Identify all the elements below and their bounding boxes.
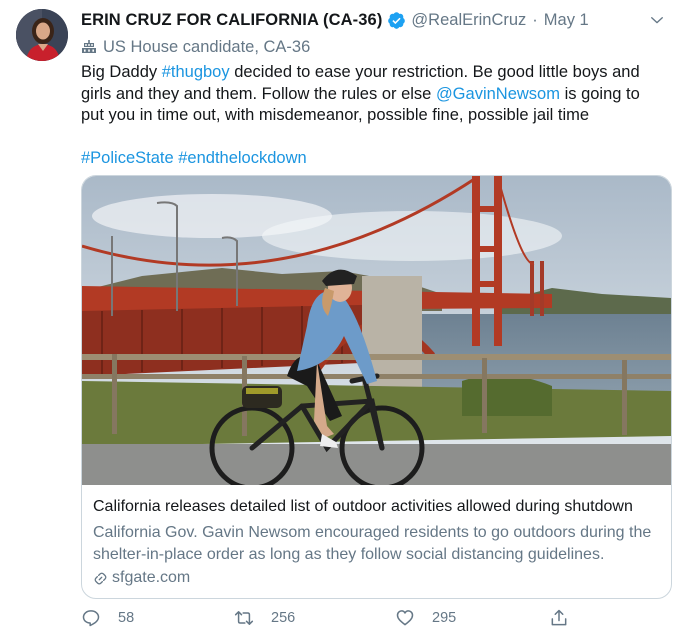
tweet-text: Big Daddy #thugboy decided to ease your … bbox=[81, 62, 661, 169]
separator-dot: · bbox=[532, 10, 538, 29]
like-button[interactable]: 295 bbox=[395, 608, 456, 628]
retweet-button[interactable]: 256 bbox=[234, 608, 295, 628]
tweet-hashtags: #PoliceState #endthelockdown bbox=[81, 148, 661, 170]
card-image[interactable] bbox=[82, 176, 671, 485]
building-icon bbox=[82, 40, 96, 53]
reply-button[interactable]: 58 bbox=[81, 608, 134, 628]
link-card[interactable]: California releases detailed list of out… bbox=[81, 175, 672, 599]
card-title[interactable]: California releases detailed list of out… bbox=[93, 496, 661, 517]
card-description: California Gov. Gavin Newsom encouraged … bbox=[93, 524, 652, 563]
tweet-paragraph: Big Daddy #thugboy decided to ease your … bbox=[81, 62, 661, 127]
like-count: 295 bbox=[432, 610, 457, 626]
heart-icon bbox=[396, 610, 414, 626]
link-icon bbox=[94, 572, 107, 584]
candidate-label-text: US House candidate, CA-36 bbox=[103, 37, 311, 56]
share-icon bbox=[551, 609, 567, 626]
author-handle[interactable]: @RealErinCruz bbox=[411, 11, 526, 30]
reply-icon bbox=[82, 610, 100, 627]
hashtag-thugboy[interactable]: #thugboy bbox=[162, 63, 230, 81]
hashtag-policestate[interactable]: #PoliceState bbox=[81, 149, 174, 167]
card-domain: sfgate.com bbox=[93, 569, 661, 587]
reply-count: 58 bbox=[118, 610, 135, 626]
verified-badge-icon bbox=[388, 11, 406, 29]
tweet-actions: 58 256 295 bbox=[81, 608, 581, 632]
mention-gavinnewsom[interactable]: @GavinNewsom bbox=[436, 85, 560, 103]
tweet-date[interactable]: May 1 bbox=[544, 11, 589, 30]
card-body: California releases detailed list of out… bbox=[93, 496, 661, 587]
chevron-down-icon[interactable] bbox=[648, 11, 666, 29]
candidate-label: US House candidate, CA-36 bbox=[81, 36, 310, 58]
tweet-text-segment: Big Daddy bbox=[81, 63, 162, 81]
retweet-count: 256 bbox=[271, 610, 296, 626]
share-button[interactable] bbox=[549, 608, 569, 628]
tweet-header: ERIN CRUZ FOR CALIFORNIA (CA-36) @RealEr… bbox=[81, 9, 668, 31]
golden-gate-cyclist-photo bbox=[82, 176, 671, 485]
hashtag-endthelockdown[interactable]: #endthelockdown bbox=[178, 149, 306, 167]
retweet-icon bbox=[234, 611, 254, 625]
author-name[interactable]: ERIN CRUZ FOR CALIFORNIA (CA-36) bbox=[81, 11, 382, 30]
card-domain-text: sfgate.com bbox=[112, 569, 191, 586]
author-avatar[interactable] bbox=[16, 9, 68, 61]
